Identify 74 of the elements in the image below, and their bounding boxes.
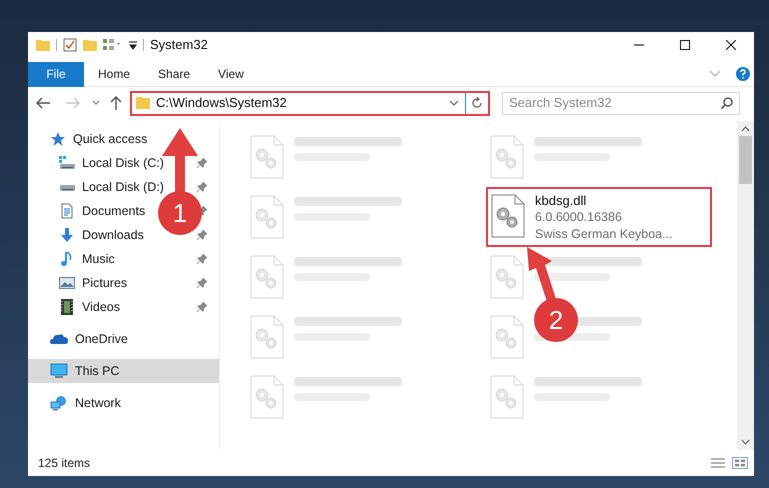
search-field[interactable]: Search System32	[502, 92, 740, 114]
nav-item[interactable]: Downloads	[82, 226, 144, 244]
back-arrow-icon[interactable]	[36, 97, 50, 109]
dll-file-icon	[490, 135, 524, 179]
nav-item[interactable]: Local Disk (C:)	[82, 154, 164, 172]
file-tab[interactable]: File	[28, 62, 84, 86]
file-detail: 6.0.6000.16386	[535, 209, 623, 226]
ribbon-tab[interactable]: Home	[84, 62, 144, 86]
nav-item[interactable]: Videos	[82, 298, 120, 316]
address-bar[interactable]: C:\Windows\System32	[130, 90, 490, 116]
scrollbar[interactable]	[737, 121, 754, 450]
close-icon	[726, 40, 736, 50]
nav-item[interactable]: Documents	[82, 202, 146, 220]
refresh-icon[interactable]	[471, 97, 483, 109]
pin-icon[interactable]	[197, 182, 207, 192]
nav-item[interactable]: Network	[75, 394, 121, 412]
details-view-icon[interactable]	[710, 457, 726, 469]
nav-item[interactable]: Pictures	[82, 274, 128, 292]
search-icon[interactable]	[721, 97, 733, 109]
file-name: kbdsg.dll	[535, 192, 588, 209]
folder-icon	[136, 96, 150, 110]
picture-icon	[59, 275, 75, 291]
dll-file-icon	[250, 375, 284, 419]
maximize-icon	[680, 40, 690, 50]
view-options-icon[interactable]	[103, 38, 123, 52]
folder-icon	[36, 38, 50, 52]
expand-ribbon-icon[interactable]	[710, 71, 720, 77]
pin-icon[interactable]	[197, 302, 207, 312]
pin-icon[interactable]	[197, 230, 207, 240]
document-icon	[59, 203, 75, 219]
dll-file-icon	[250, 135, 284, 179]
recent-dropdown-icon[interactable]	[92, 100, 100, 106]
up-arrow-icon[interactable]	[110, 96, 122, 110]
scroll-thumb[interactable]	[739, 136, 752, 184]
address-path: C:\Windows\System32	[156, 94, 288, 112]
annotation-number: 2	[548, 305, 564, 335]
large-icons-view-icon[interactable]	[732, 457, 748, 469]
nav-item[interactable]: Local Disk (D:)	[82, 178, 164, 196]
search-input[interactable]: Search System32	[509, 93, 721, 113]
window-title: System32	[150, 36, 208, 54]
network-icon	[50, 395, 68, 411]
item-count: 125 items	[38, 455, 90, 472]
dll-file-icon	[250, 195, 284, 239]
dll-file-icon	[490, 255, 524, 299]
nav-label: This PC	[75, 362, 120, 380]
customize-toolbar-icon[interactable]	[129, 40, 137, 50]
ribbon-tab[interactable]: View	[204, 62, 258, 86]
dll-file-icon	[490, 315, 524, 359]
dll-file-icon	[250, 255, 284, 299]
file-item[interactable]: kbdsg.dll 6.0.6000.16386 Swiss German Keyboa...	[486, 187, 712, 247]
drive-icon	[59, 155, 75, 171]
help-icon[interactable]	[736, 67, 750, 81]
pin-icon[interactable]	[197, 254, 207, 264]
scroll-up-icon[interactable]	[741, 126, 750, 132]
pin-icon[interactable]	[197, 158, 207, 168]
scroll-down-icon[interactable]	[741, 439, 750, 445]
nav-item[interactable]: Quick access	[73, 130, 148, 148]
cloud-icon	[50, 332, 68, 346]
annotation-number: 1	[172, 198, 188, 228]
ribbon-tab[interactable]: Share	[144, 62, 204, 86]
download-icon	[59, 227, 75, 243]
dll-file-icon	[250, 315, 284, 359]
monitor-icon	[50, 363, 68, 379]
nav-item[interactable]: Music	[82, 250, 115, 268]
nav-item[interactable]: OneDrive	[75, 330, 128, 348]
dll-file-icon	[491, 194, 525, 238]
pin-icon[interactable]	[197, 278, 207, 288]
star-icon	[50, 131, 66, 147]
properties-icon[interactable]	[63, 38, 77, 52]
nav-item[interactable]: This PC	[28, 359, 219, 383]
file-detail: Swiss German Keyboa...	[535, 226, 673, 243]
film-icon	[59, 299, 75, 315]
dropdown-icon[interactable]	[449, 100, 459, 106]
dll-file-icon	[490, 375, 524, 419]
